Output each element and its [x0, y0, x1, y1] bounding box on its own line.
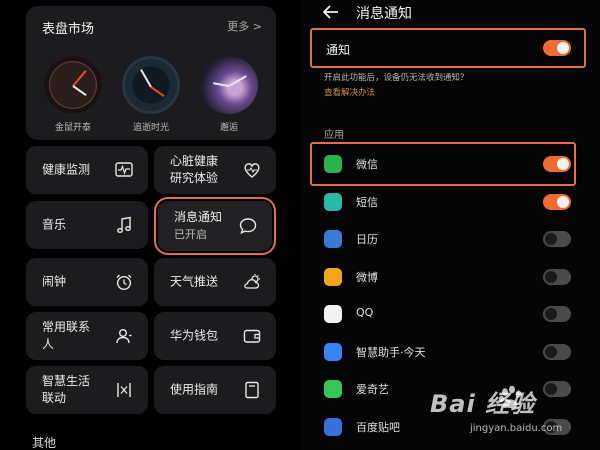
assistant-icon: [324, 342, 342, 361]
app-name: 智慧助手·今天: [356, 345, 426, 359]
tile-label: 闹钟: [42, 274, 67, 289]
sms-icon: [324, 192, 342, 211]
app-notification-toggle[interactable]: [543, 381, 571, 397]
page-title: 消息通知: [356, 6, 412, 22]
back-arrow-icon[interactable]: [322, 4, 340, 20]
tile-smart-life-link[interactable]: 智慧生活 联动: [26, 366, 148, 414]
watch-face-market-card[interactable]: 表盘市场 更多 > 金鼠开泰 追逝时光 邂逅: [26, 6, 276, 140]
view-solution-link[interactable]: 查看解决办法: [324, 86, 375, 98]
tile-label-line: 研究体验: [170, 171, 219, 185]
link-device-icon: [117, 383, 131, 397]
app-notification-toggle[interactable]: [543, 193, 571, 210]
watch-face-name: 邂逅: [219, 123, 238, 133]
app-notification-row[interactable]: 日历: [324, 221, 584, 257]
watch-face-preview: [122, 56, 180, 114]
person-icon: [116, 329, 132, 344]
tile-label-line: 消息通知: [174, 210, 223, 224]
app-notification-row[interactable]: 微博: [324, 259, 584, 295]
watch-face-item[interactable]: 邂逅: [196, 56, 262, 133]
ecg-monitor-icon: [115, 162, 133, 177]
heart-icon: [244, 163, 260, 178]
app-notification-toggle[interactable]: [543, 306, 571, 322]
notification-status: 已开启: [174, 228, 207, 241]
book-icon: [245, 381, 259, 399]
tile-user-guide[interactable]: 使用指南: [154, 366, 276, 414]
app-name: 百度贴吧: [356, 420, 400, 434]
tile-label-line: 常用联系: [42, 320, 91, 334]
tieba-icon: [324, 417, 342, 436]
watch-face-name: 金鼠开泰: [54, 123, 91, 133]
tile-label: 音乐: [42, 217, 67, 232]
watch-face-item[interactable]: 金鼠开泰: [40, 56, 106, 133]
app-notification-row[interactable]: 智慧助手·今天: [324, 334, 584, 370]
tile-label-line: 联动: [42, 391, 67, 405]
tile-alarm[interactable]: 闹钟: [26, 258, 148, 306]
watch-face-name: 追逝时光: [132, 123, 169, 133]
watch-face-preview: [200, 56, 258, 114]
tile-label: 健康监测: [42, 162, 91, 177]
chat-bubble-icon: [239, 218, 257, 235]
tile-label-line: 心脏健康: [170, 154, 219, 168]
app-notification-row[interactable]: QQ: [324, 296, 584, 332]
section-other-label: 其他: [32, 436, 57, 450]
wechat-icon: [324, 155, 342, 173]
app-name: 微博: [356, 270, 378, 284]
tile-huawei-wallet[interactable]: 华为钱包: [154, 312, 276, 360]
baidu-paw-logo-icon: [498, 385, 522, 409]
calendar-icon: [324, 230, 342, 248]
qq-icon: [324, 305, 342, 323]
notification-master-label: 通知: [326, 43, 351, 57]
tile-label-line: 智慧生活: [42, 374, 91, 388]
app-name: QQ: [356, 306, 374, 319]
tile-health-monitor[interactable]: 健康监测: [26, 146, 148, 194]
app-notification-toggle[interactable]: [543, 231, 571, 247]
app-name: 日历: [356, 233, 378, 246]
weibo-icon: [324, 267, 342, 286]
tile-label: 消息通知 已开启: [174, 209, 222, 243]
weather-cloud-sun-icon: [244, 274, 260, 289]
app-name: 微信: [356, 158, 378, 171]
app-notification-row[interactable]: 微信: [324, 146, 584, 182]
tile-label: 使用指南: [170, 382, 219, 397]
app-notification-row[interactable]: 短信: [324, 184, 584, 220]
watch-app-panel: 表盘市场 更多 > 金鼠开泰 追逝时光 邂逅 健康监测 心脏健康 研究体验 音乐…: [0, 0, 300, 450]
app-name: 短信: [356, 195, 378, 209]
music-note-icon: [117, 216, 131, 233]
tile-label: 常用联系人: [42, 319, 90, 353]
tile-label: 天气推送: [170, 274, 219, 289]
notification-master-toggle[interactable]: [543, 40, 571, 56]
watch-face-item[interactable]: 追逝时光: [118, 56, 184, 133]
notification-hint-text: 开启此功能后，设备仍无法收到通知？: [324, 73, 469, 83]
iqiyi-icon: [324, 380, 342, 398]
wallet-icon: [243, 329, 261, 343]
apps-section-label: 应用: [324, 130, 344, 141]
tile-label: 智慧生活 联动: [42, 373, 90, 407]
app-notification-toggle[interactable]: [543, 343, 571, 360]
alarm-clock-icon: [116, 274, 132, 291]
app-notification-toggle[interactable]: [543, 156, 571, 172]
market-title: 表盘市场: [42, 22, 95, 37]
app-name: 爱奇艺: [356, 383, 389, 396]
watch-face-preview: [44, 56, 102, 114]
tile-label: 心脏健康 研究体验: [170, 153, 218, 187]
tile-frequent-contacts[interactable]: 常用联系人: [26, 312, 148, 360]
tile-label: 华为钱包: [170, 328, 219, 343]
tile-label-line: 人: [42, 337, 55, 351]
tile-message-notification[interactable]: 消息通知 已开启: [154, 197, 276, 255]
tile-weather-push[interactable]: 天气推送: [154, 258, 276, 306]
tile-music[interactable]: 音乐: [26, 201, 148, 249]
app-notification-toggle[interactable]: [543, 268, 571, 285]
watermark-url: jingyan.baidu.com: [470, 423, 563, 434]
tile-heart-health[interactable]: 心脏健康 研究体验: [154, 146, 276, 194]
market-more-link[interactable]: 更多 >: [227, 18, 262, 34]
